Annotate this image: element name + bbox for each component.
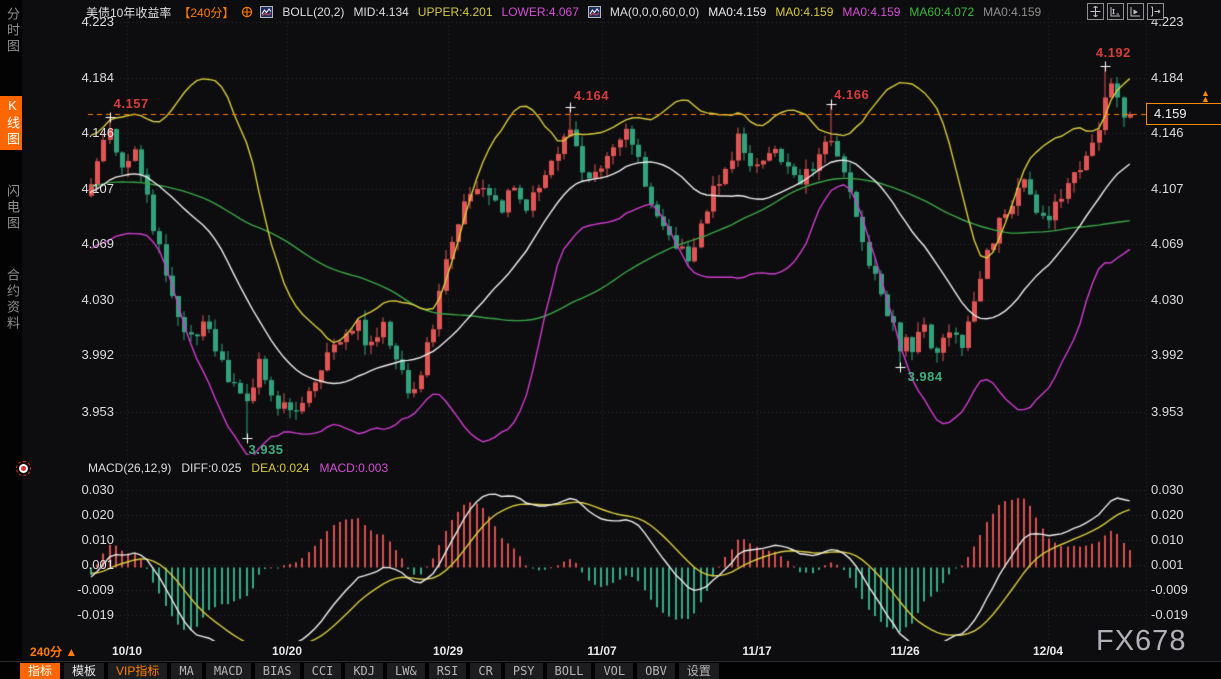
indicator-value: MA0:4.159: [775, 5, 833, 19]
sidebar-tab-0[interactable]: 分时图: [0, 5, 22, 57]
price-up-marker-icon: ▲▲: [1201, 90, 1210, 102]
sidebar: 分时图 K线图闪电图合约资料: [0, 0, 22, 679]
indicator-values: BOLL(20,2) MID:4.134 UPPER:4.201 LOWER:4.06…: [260, 5, 1041, 19]
indicator-value: UPPER:4.201: [418, 5, 493, 19]
watermark: FX678: [1096, 625, 1186, 658]
indicator-value: MA(0,0,0,60,0,0): [610, 5, 699, 19]
toolbar-button-12[interactable]: BOLL: [547, 663, 592, 679]
toolbar-button-6[interactable]: CCI: [304, 663, 342, 679]
indicator-value: BOLL(20,2): [282, 5, 344, 19]
toolbar-button-5[interactable]: BIAS: [255, 663, 300, 679]
indicator-value: LOWER:4.067: [502, 5, 579, 19]
toolbar-button-14[interactable]: OBV: [637, 663, 675, 679]
toolbar-button-13[interactable]: VOL: [595, 663, 633, 679]
toolbar-button-10[interactable]: CR: [470, 663, 500, 679]
toolbar-button-11[interactable]: PSY: [505, 663, 543, 679]
macd-header: MACD(26,12,9) DIFF:0.025 DEA:0.024 MACD:…: [88, 461, 388, 475]
toolbar-button-3[interactable]: MA: [171, 663, 201, 679]
sidebar-tab-3[interactable]: 合约资料: [0, 266, 22, 334]
chevron-up-icon: ▲: [65, 645, 77, 659]
period-badge[interactable]: 【240分】: [178, 4, 234, 21]
indicator-value: MA0:4.159: [983, 5, 1041, 19]
shift-right-icon[interactable]: [1147, 3, 1164, 20]
crosshair-circle-icon[interactable]: [241, 6, 253, 18]
toolbar-button-2[interactable]: VIP指标: [108, 663, 167, 679]
toolbar-button-8[interactable]: LW&: [387, 663, 425, 679]
indicator-value: MA0:4.159: [842, 5, 900, 19]
live-dot-icon: [16, 461, 31, 476]
indicator-value: MA60:4.072: [909, 5, 974, 19]
toolbar-button-7[interactable]: KDJ: [345, 663, 383, 679]
indicator-toolbar: 指标模板VIP指标MA MACDBIASCCIKDJLW&RSICR PSYBOLL…: [0, 661, 1221, 679]
macd-macd-value: MACD:0.003: [319, 461, 388, 475]
page-title: 美债10年收益率: [86, 4, 171, 21]
axis-range-icon[interactable]: [1107, 3, 1124, 20]
mini-chart-icon: [588, 6, 601, 18]
pan-icon[interactable]: [1087, 3, 1104, 20]
mini-chart-icon: [260, 6, 273, 18]
chart-header: 美债10年收益率 【240分】 BOLL(20,2) MID:4.134 UPPER…: [86, 4, 1041, 20]
trading-app-window: 分时图 K线图闪电图合约资料 美债10年收益率 【240分】 BOLL(20,2)…: [0, 0, 1221, 679]
toolbar-button-1[interactable]: 模板: [64, 663, 104, 679]
toolbar-button-0[interactable]: 指标: [20, 663, 60, 679]
sidebar-tab-2[interactable]: 闪电图: [0, 182, 22, 234]
macd-diff-value: DIFF:0.025: [181, 461, 241, 475]
indicator-value: MID:4.134: [353, 5, 408, 19]
toolbar-button-4[interactable]: MACD: [206, 663, 251, 679]
playback-zoom-icon[interactable]: [1127, 3, 1144, 20]
indicator-value: MA0:4.159: [708, 5, 766, 19]
toolbar-button-15[interactable]: 设置: [679, 663, 719, 679]
timeframe-selector[interactable]: 240分 ▲: [30, 643, 77, 660]
chart-canvas[interactable]: [0, 0, 1221, 661]
macd-params: MACD(26,12,9): [88, 461, 171, 475]
window-controls: [1087, 3, 1164, 20]
sidebar-tab-1[interactable]: K线图: [0, 96, 22, 150]
current-price-badge: 4.159: [1146, 103, 1221, 125]
toolbar-button-9[interactable]: RSI: [429, 663, 467, 679]
macd-dea-value: DEA:0.024: [251, 461, 309, 475]
